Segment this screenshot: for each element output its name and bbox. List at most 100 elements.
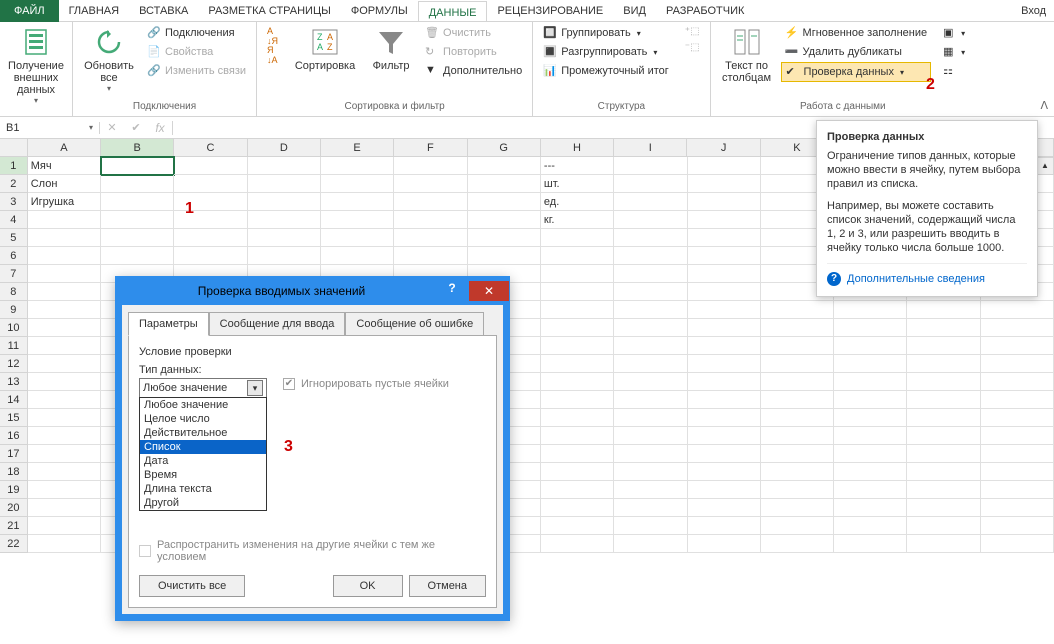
sort-az-button[interactable]: А↓Я [263,24,285,42]
cell-K19[interactable] [761,481,834,499]
sort-button[interactable]: ZAAZ Сортировка [289,24,361,74]
cell-M14[interactable] [907,391,980,409]
cell-I4[interactable] [614,211,687,229]
dropdown-option[interactable]: Длина текста [140,482,266,496]
cell-A16[interactable] [28,427,101,445]
insert-function-button[interactable]: fx [148,121,172,135]
cell-B3[interactable] [101,193,174,211]
allow-dropdown[interactable]: Любое значение ▾ [139,378,267,398]
ribbon-collapse-button[interactable]: ᐱ [1040,99,1048,112]
cell-G2[interactable] [468,175,541,193]
cell-N18[interactable] [981,463,1054,481]
cell-A6[interactable] [28,247,101,265]
ungroup-button[interactable]: 🔳Разгруппировать▾ [539,43,673,61]
tab-data[interactable]: ДАННЫЕ [418,1,488,23]
ignore-blank-checkbox[interactable]: ✔ [283,378,295,390]
connections-button[interactable]: 🔗Подключения [143,24,250,42]
cell-I9[interactable] [614,301,687,319]
cell-H15[interactable] [541,409,614,427]
login-link[interactable]: Вход [1021,5,1046,17]
cell-H6[interactable] [541,247,614,265]
cell-I14[interactable] [614,391,687,409]
cell-A1[interactable]: Мяч [28,157,101,175]
cell-J13[interactable] [688,373,761,391]
cell-L10[interactable] [834,319,907,337]
col-header-C[interactable]: C [174,139,247,157]
cell-H2[interactable]: шт. [541,175,614,193]
cell-M21[interactable] [907,517,980,535]
data-validation-button[interactable]: ✔Проверка данных▾ [781,62,932,82]
row-header-13[interactable]: 13 [0,373,28,391]
cell-A10[interactable] [28,319,101,337]
cell-I2[interactable] [614,175,687,193]
text-to-columns-button[interactable]: Текст по столбцам [717,24,777,86]
cell-K9[interactable] [761,301,834,319]
cell-J15[interactable] [688,409,761,427]
cell-I17[interactable] [614,445,687,463]
cell-I13[interactable] [614,373,687,391]
cell-N10[interactable] [981,319,1054,337]
cell-K11[interactable] [761,337,834,355]
cell-M16[interactable] [907,427,980,445]
cell-I22[interactable] [614,535,687,553]
cell-K14[interactable] [761,391,834,409]
row-header-1[interactable]: 1 [0,157,28,175]
cell-L14[interactable] [834,391,907,409]
tooltip-more-link[interactable]: ? Дополнительные сведения [827,263,1027,286]
scroll-up-button[interactable]: ▲ [1036,157,1054,175]
cell-L18[interactable] [834,463,907,481]
cell-J20[interactable] [688,499,761,517]
flashfill-button[interactable]: ⚡Мгновенное заполнение [781,24,932,42]
row-header-7[interactable]: 7 [0,265,28,283]
dropdown-option[interactable]: Время [140,468,266,482]
cell-D3[interactable] [248,193,321,211]
row-header-4[interactable]: 4 [0,211,28,229]
tab-file[interactable]: ФАЙЛ [0,0,59,22]
tab-view[interactable]: ВИД [613,0,656,22]
tab-pagelayout[interactable]: РАЗМЕТКА СТРАНИЦЫ [198,0,340,22]
cell-K20[interactable] [761,499,834,517]
cell-H20[interactable] [541,499,614,517]
cell-J21[interactable] [688,517,761,535]
row-header-16[interactable]: 16 [0,427,28,445]
cell-K16[interactable] [761,427,834,445]
cell-K13[interactable] [761,373,834,391]
cell-I6[interactable] [614,247,687,265]
cell-L21[interactable] [834,517,907,535]
row-header-21[interactable]: 21 [0,517,28,535]
cell-K21[interactable] [761,517,834,535]
cell-H10[interactable] [541,319,614,337]
cell-H3[interactable]: ед. [541,193,614,211]
cell-K15[interactable] [761,409,834,427]
tab-error-alert[interactable]: Сообщение об ошибке [345,312,484,336]
cell-H18[interactable] [541,463,614,481]
cell-I11[interactable] [614,337,687,355]
cell-E6[interactable] [321,247,394,265]
dropdown-option[interactable]: Дата [140,454,266,468]
cell-L20[interactable] [834,499,907,517]
cell-I5[interactable] [614,229,687,247]
cell-L16[interactable] [834,427,907,445]
cell-B2[interactable] [101,175,174,193]
col-header-I[interactable]: I [614,139,687,157]
tab-developer[interactable]: РАЗРАБОТЧИК [656,0,754,22]
cell-K10[interactable] [761,319,834,337]
row-header-10[interactable]: 10 [0,319,28,337]
cell-B1[interactable] [101,157,174,175]
cell-N17[interactable] [981,445,1054,463]
cell-I18[interactable] [614,463,687,481]
cell-M22[interactable] [907,535,980,553]
remove-duplicates-button[interactable]: ➖Удалить дубликаты [781,43,932,61]
cell-A8[interactable] [28,283,101,301]
row-header-14[interactable]: 14 [0,391,28,409]
cell-J3[interactable] [688,193,761,211]
cell-I15[interactable] [614,409,687,427]
dropdown-option[interactable]: Действительное [140,426,266,440]
tab-input-message[interactable]: Сообщение для ввода [209,312,346,336]
cell-D1[interactable] [248,157,321,175]
cell-N16[interactable] [981,427,1054,445]
cell-A15[interactable] [28,409,101,427]
cell-G1[interactable] [468,157,541,175]
row-header-8[interactable]: 8 [0,283,28,301]
dropdown-option[interactable]: Список [140,440,266,454]
